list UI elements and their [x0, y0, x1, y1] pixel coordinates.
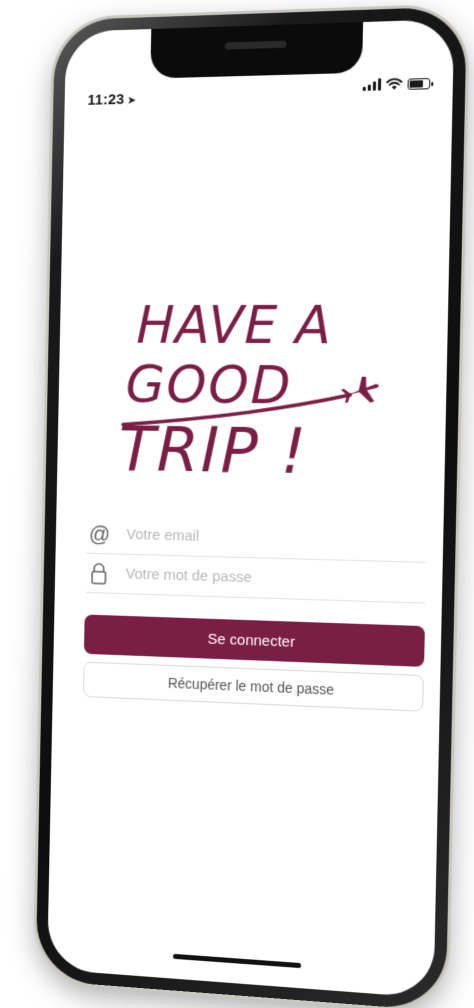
- logo-line-1: HAVE A: [135, 295, 333, 357]
- lock-icon: [85, 562, 112, 584]
- status-icons: [362, 77, 431, 91]
- app-logo: HAVE A GOOD TRIP !: [114, 296, 395, 499]
- password-field-row: [85, 553, 427, 604]
- password-input[interactable]: [125, 565, 427, 592]
- recover-password-button[interactable]: Récupérer le mot de passe: [83, 661, 424, 712]
- login-button[interactable]: Se connecter: [83, 614, 425, 667]
- notch: [150, 22, 364, 79]
- logo-line-3: TRIP !: [117, 412, 309, 489]
- battery-icon: [407, 77, 431, 90]
- cellular-signal-icon: [362, 78, 382, 91]
- home-indicator[interactable]: [172, 953, 302, 969]
- status-time: 11:23 ➤: [87, 91, 136, 109]
- email-input[interactable]: [126, 526, 427, 551]
- location-arrow-icon: ➤: [127, 94, 137, 107]
- phone-screen: 11:23 ➤ HAVE A GOOD TRIP ! @ Votre email…: [47, 19, 455, 999]
- wifi-icon: [386, 78, 403, 90]
- status-time-text: 11:23: [87, 91, 125, 109]
- speaker-grille: [224, 40, 287, 50]
- phone-frame: 11:23 ➤ HAVE A GOOD TRIP ! @ Votre email…: [35, 6, 467, 1008]
- stage: 11:23 ➤ HAVE A GOOD TRIP ! @ Votre email…: [0, 0, 474, 1008]
- login-form: @ Se connecter Récupérer le mot de passe: [83, 514, 428, 712]
- at-sign-icon: @: [88, 520, 111, 546]
